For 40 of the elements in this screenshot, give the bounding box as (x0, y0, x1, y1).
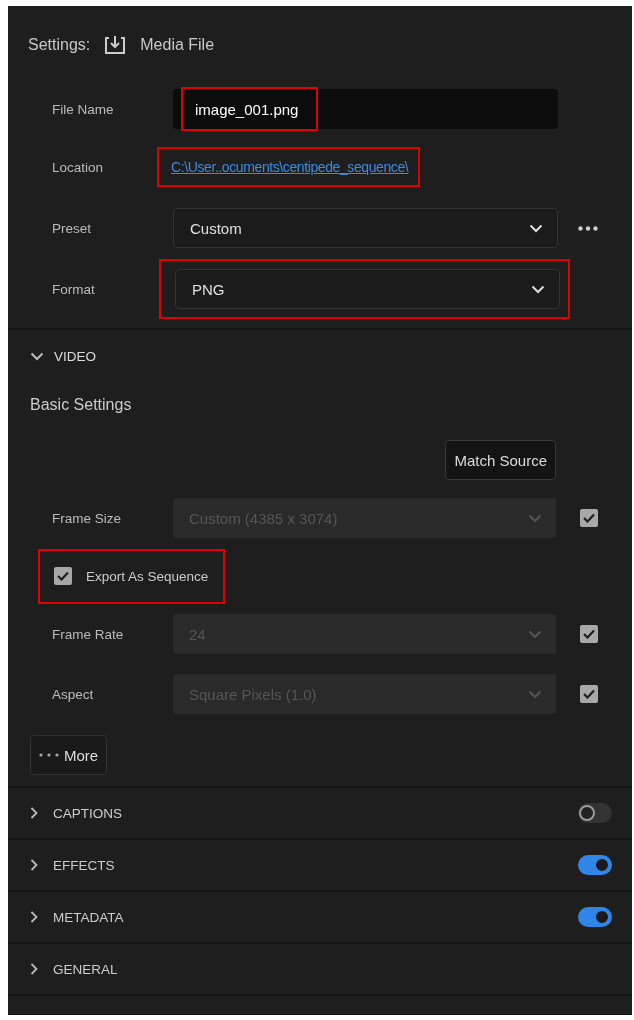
section-header[interactable]: GENERAL (8, 944, 632, 996)
toggle-switch[interactable] (578, 907, 612, 927)
location-link[interactable]: C:\User..ocuments\centipede_sequence\ (171, 159, 409, 175)
checkbox[interactable] (54, 567, 72, 585)
chevron-right-icon (30, 807, 38, 819)
file-name-field[interactable]: image_001.png (173, 89, 558, 129)
chevron-down-icon (30, 351, 44, 361)
dots-icon (39, 753, 59, 757)
field-label: Aspect (51, 686, 95, 702)
chevron-right-icon (30, 963, 38, 975)
section-header[interactable]: CAPTIONS (8, 788, 632, 840)
match-source-button[interactable]: Match Source (445, 440, 556, 480)
chevron-down-icon (529, 223, 543, 233)
field-label: Location (51, 159, 105, 175)
more-options-icon[interactable] (578, 225, 598, 231)
chevron-down-icon (528, 689, 542, 699)
panel-title: Media File (140, 36, 215, 54)
checkbox-label: Export As Sequence (86, 568, 209, 584)
field-label: Format (51, 281, 96, 297)
more-button[interactable]: More (30, 735, 108, 775)
section-header[interactable]: VIDEO (8, 330, 632, 382)
field-label: File Name (51, 101, 115, 117)
field-label: Preset (51, 220, 93, 236)
chevron-right-icon (30, 911, 38, 923)
chevron-down-icon (531, 284, 545, 294)
section-header[interactable]: EFFECTS (8, 840, 632, 892)
toggle-switch[interactable] (578, 855, 612, 875)
download-icon (104, 35, 127, 55)
chevron-right-icon (30, 859, 38, 871)
chevron-down-icon (528, 513, 542, 523)
dropdown[interactable]: PNG (175, 269, 560, 309)
toggle-switch[interactable] (578, 803, 612, 823)
subsection-title: Basic Settings (30, 396, 132, 413)
chevron-down-icon (528, 629, 542, 639)
highlight-frame: image_001.png (181, 87, 319, 131)
section-header[interactable]: METADATA (8, 892, 632, 944)
field-label: Frame Rate (51, 626, 125, 642)
field-label: Frame Size (51, 510, 123, 526)
settings-label: Settings: (28, 36, 91, 54)
dropdown[interactable]: Custom (173, 208, 558, 248)
